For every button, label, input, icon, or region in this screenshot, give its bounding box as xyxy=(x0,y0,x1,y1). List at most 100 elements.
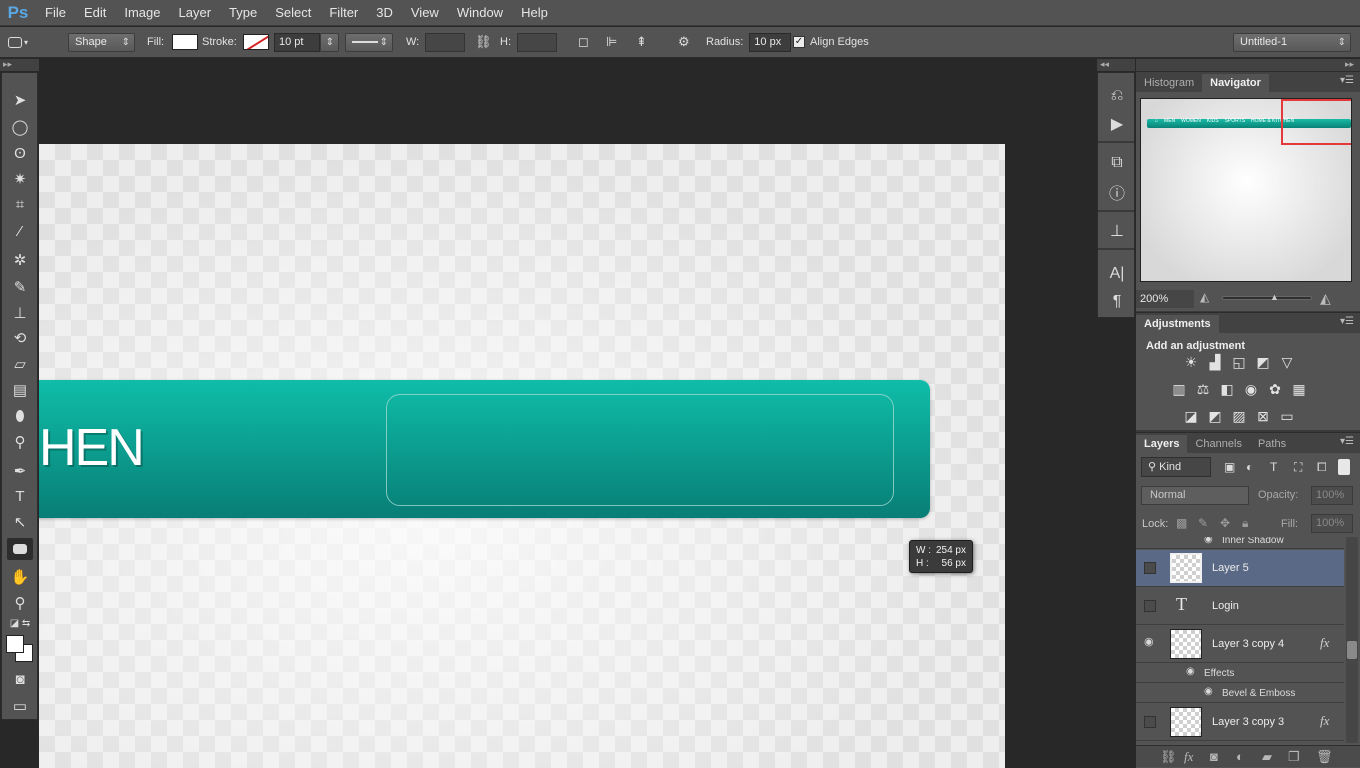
filter-type-icon[interactable]: T xyxy=(1270,460,1277,474)
menu-select[interactable]: Select xyxy=(266,0,320,26)
black-white-icon[interactable]: ◧ xyxy=(1218,380,1236,398)
filter-shape-icon[interactable]: ⛶ xyxy=(1294,460,1302,475)
effects-row[interactable]: ◉ Effects xyxy=(1136,664,1344,683)
lock-all-icon[interactable]: 🔒︎ xyxy=(1242,516,1248,531)
layer-filter-kind-select[interactable]: ⚲ Kind xyxy=(1141,457,1211,477)
levels-icon[interactable]: ▟ xyxy=(1206,353,1224,371)
eye-icon[interactable]: ◉ xyxy=(1204,686,1213,697)
layers-scrollbar[interactable] xyxy=(1346,537,1358,743)
rounded-rectangle-path[interactable] xyxy=(386,394,894,506)
path-alignment-button[interactable]: ⊫ xyxy=(606,32,617,52)
filter-smart-object-icon[interactable]: ⧠ xyxy=(1317,460,1327,475)
lasso-tool[interactable]: ʘ xyxy=(7,142,33,164)
lock-transparent-icon[interactable]: ▩ xyxy=(1176,516,1187,530)
add-style-icon[interactable]: fx xyxy=(1184,749,1193,765)
navigator-view-box[interactable] xyxy=(1281,99,1351,145)
fx-icon[interactable]: fx xyxy=(1320,635,1329,651)
eye-icon[interactable]: ◉ xyxy=(1204,537,1213,545)
link-layers-icon[interactable]: ⛓ xyxy=(1160,749,1177,765)
blur-tool[interactable]: ⬮ xyxy=(7,405,33,427)
toolbar-collapse[interactable]: ▸▸ xyxy=(0,59,39,71)
history-panel-button[interactable]: ⎌ xyxy=(1106,85,1128,107)
tab-channels[interactable]: Channels xyxy=(1187,435,1249,453)
menu-edit[interactable]: Edit xyxy=(75,0,115,26)
tab-histogram[interactable]: Histogram xyxy=(1136,74,1202,92)
menu-layer[interactable]: Layer xyxy=(170,0,221,26)
eraser-tool[interactable]: ▱ xyxy=(7,353,33,375)
3d-panel-button[interactable]: ⧉ xyxy=(1106,152,1128,174)
character-panel-button[interactable]: A| xyxy=(1106,263,1128,285)
stroke-type-select[interactable] xyxy=(345,32,393,52)
brightness-contrast-icon[interactable]: ☀ xyxy=(1182,353,1200,371)
path-operations-button[interactable]: ◻ xyxy=(578,32,589,52)
type-tool[interactable]: T xyxy=(7,485,33,507)
menu-image[interactable]: Image xyxy=(115,0,169,26)
posterize-icon[interactable]: ◩ xyxy=(1206,407,1224,425)
tool-mode-select[interactable]: Shape xyxy=(68,32,135,52)
panel-menu-icon[interactable]: ▾☰ xyxy=(1340,436,1354,447)
menu-window[interactable]: Window xyxy=(448,0,512,26)
link-icon[interactable]: ⛓ xyxy=(475,34,492,50)
radius-field[interactable]: 10 px xyxy=(749,32,792,52)
menu-file[interactable]: File xyxy=(36,0,75,26)
document-canvas[interactable]: HEN W : 254 px H : 56 px xyxy=(39,144,1005,768)
actions-panel-button[interactable]: ▶ xyxy=(1106,113,1128,135)
paragraph-panel-button[interactable]: ¶ xyxy=(1106,291,1128,313)
new-layer-icon[interactable]: ❐ xyxy=(1288,749,1300,765)
info-panel-button[interactable]: ⓘ xyxy=(1106,181,1128,203)
height-field[interactable] xyxy=(517,32,557,52)
hand-tool[interactable]: ✋ xyxy=(7,566,33,588)
visibility-toggle[interactable] xyxy=(1144,562,1156,574)
lock-position-icon[interactable]: ✥ xyxy=(1220,516,1230,530)
gradient-tool[interactable]: ▤ xyxy=(7,379,33,401)
tab-layers[interactable]: Layers xyxy=(1136,435,1188,453)
curves-icon[interactable]: ◱ xyxy=(1230,353,1248,371)
move-tool[interactable]: ➤ xyxy=(7,89,33,111)
zoom-slider-thumb[interactable]: ▲ xyxy=(1270,292,1279,302)
layer-row[interactable]: T Login xyxy=(1136,588,1344,625)
zoom-in-icon[interactable]: ◭ xyxy=(1320,290,1331,307)
zoom-field[interactable]: 200% xyxy=(1136,290,1194,308)
zoom-tool[interactable]: ⚲ xyxy=(7,592,33,614)
default-colors-toggle[interactable]: ◪ ⇆ xyxy=(7,616,33,630)
visibility-toggle[interactable] xyxy=(1144,600,1156,612)
threshold-icon[interactable]: ▨ xyxy=(1230,407,1248,425)
fill-swatch[interactable] xyxy=(172,34,199,50)
lock-image-icon[interactable]: ✎ xyxy=(1198,516,1208,530)
path-selection-tool[interactable]: ↖ xyxy=(7,511,33,533)
stroke-swatch[interactable] xyxy=(242,34,269,50)
zoom-slider[interactable] xyxy=(1222,296,1312,300)
panel-collapse[interactable]: ▸▸ xyxy=(1136,59,1360,71)
trash-icon[interactable]: 🗑︎ xyxy=(1316,749,1333,765)
blend-mode-select[interactable]: Normal xyxy=(1141,486,1249,505)
menu-view[interactable]: View xyxy=(402,0,448,26)
foreground-color-swatch[interactable] xyxy=(6,635,24,653)
opacity-field[interactable]: 100% xyxy=(1311,486,1353,505)
clone-stamp-tool[interactable]: ⊥ xyxy=(7,302,33,324)
add-mask-icon[interactable]: ◙ xyxy=(1210,749,1218,764)
menu-3d[interactable]: 3D xyxy=(367,0,402,26)
panel-menu-icon[interactable]: ▾☰ xyxy=(1340,316,1354,327)
photo-filter-icon[interactable]: ◉ xyxy=(1242,380,1260,398)
dodge-tool[interactable]: ⚲ xyxy=(7,431,33,453)
menu-filter[interactable]: Filter xyxy=(320,0,367,26)
menu-help[interactable]: Help xyxy=(512,0,557,26)
layer-row[interactable]: ◉ Layer 3 copy 4 fx xyxy=(1136,626,1344,663)
magic-wand-tool[interactable]: ✷ xyxy=(7,168,33,190)
eye-icon[interactable]: ◉ xyxy=(1186,666,1195,677)
invert-icon[interactable]: ◪ xyxy=(1182,407,1200,425)
layer-row[interactable]: Layer 3 copy 3 fx xyxy=(1136,704,1344,741)
eye-icon[interactable]: ◉ xyxy=(1144,635,1154,648)
layer-row[interactable]: Layer 5 xyxy=(1136,550,1344,587)
exposure-icon[interactable]: ◩ xyxy=(1254,353,1272,371)
new-group-icon[interactable]: ▰ xyxy=(1262,749,1272,765)
channel-mixer-icon[interactable]: ✿ xyxy=(1266,380,1284,398)
crop-tool[interactable]: ⌗ xyxy=(7,193,33,215)
healing-brush-tool[interactable]: ✲ xyxy=(7,249,33,271)
filter-pixel-icon[interactable]: ▣ xyxy=(1224,460,1235,474)
scrollbar-thumb[interactable] xyxy=(1347,641,1357,659)
tool-presets-panel-button[interactable]: ⊥ xyxy=(1106,220,1128,242)
filter-adjustment-icon[interactable]: ◐ xyxy=(1246,460,1253,474)
menu-type[interactable]: Type xyxy=(220,0,266,26)
geometry-options-button[interactable]: ⚙ xyxy=(678,32,690,52)
